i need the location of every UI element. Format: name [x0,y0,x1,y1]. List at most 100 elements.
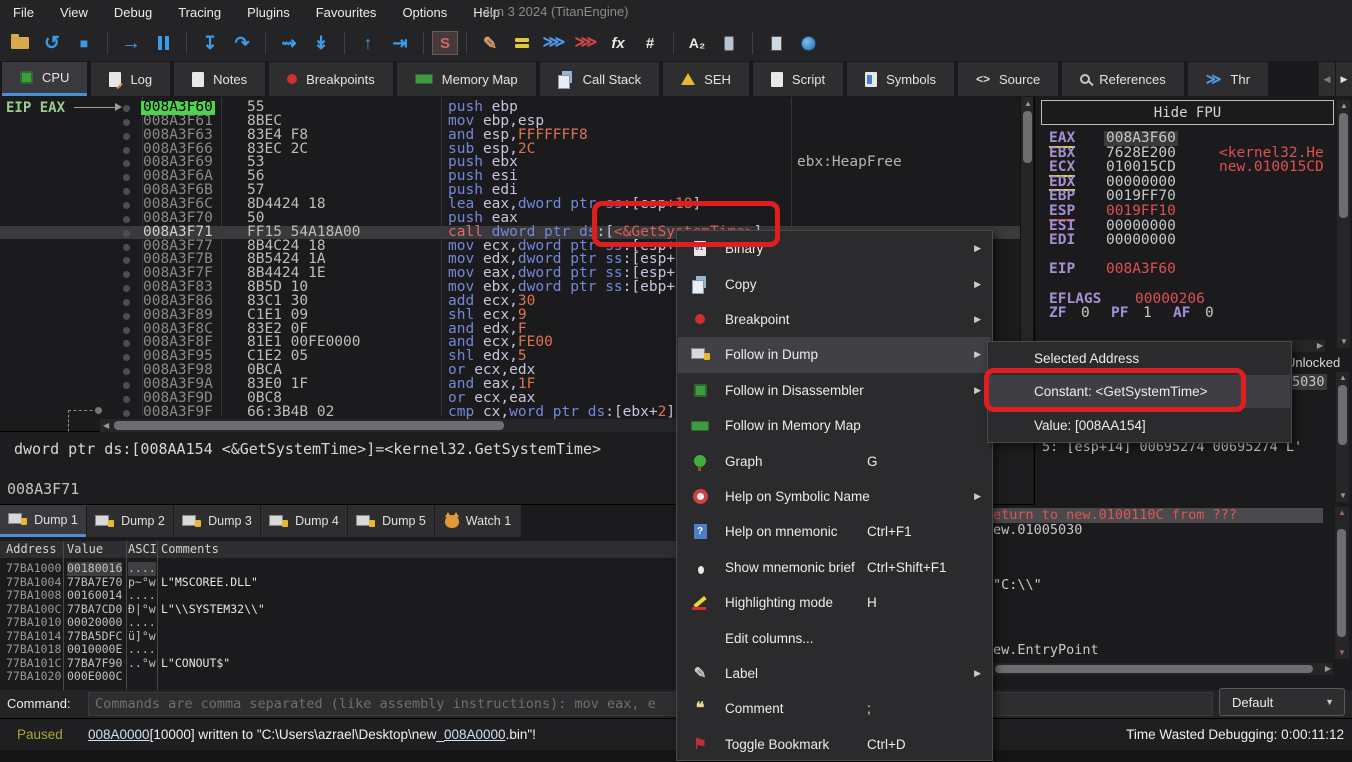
register-row[interactable]: ESI00000000 [1035,219,1352,234]
tab-watch-1[interactable]: Watch 1 [435,505,521,537]
tab-notes[interactable]: Notes [174,62,265,96]
font-icon[interactable]: A₂ [682,29,712,57]
submenu-item-value-008aa154[interactable]: Value: [008AA154] [989,409,1290,442]
tab-scroll-right-icon[interactable]: ▶ [1335,62,1352,96]
breakpoint-dot[interactable] [123,202,130,209]
step-into-icon[interactable]: ↧ [195,29,225,57]
stack-row[interactable]: ew.01005030 [993,523,1323,538]
breakpoint-dot[interactable] [123,285,130,292]
trace-coverage-blue-icon[interactable]: ⋙ [539,29,569,57]
breakpoint-dot[interactable] [123,382,130,389]
menu-debug[interactable]: Debug [101,0,165,25]
submenu-item-selected-address[interactable]: Selected Address [989,342,1290,375]
dump-column-header[interactable]: Address [6,542,61,556]
run-to-user-code-icon[interactable]: ⇥ [385,29,415,57]
register-row[interactable]: EAX008A3F60 [1035,131,1352,146]
menu-favourites[interactable]: Favourites [303,0,390,25]
menu-item-help-on-mnemonic[interactable]: Help on mnemonicCtrl+F1 [678,514,991,549]
tab-memory-map[interactable]: Memory Map [397,62,536,96]
breakpoint-dot[interactable] [123,354,130,361]
tab-breakpoints[interactable]: Breakpoints [269,62,393,96]
tab-source[interactable]: <>Source [958,62,1058,96]
stack-vertical-scrollbar[interactable]: ▲ ▼ [1335,507,1349,659]
breakpoint-dot[interactable] [123,216,130,223]
menu-item-follow-in-dump[interactable]: Follow in Dump▶ [678,337,991,372]
address-link[interactable]: 008A0000 [444,727,506,742]
hash-icon[interactable]: # [635,29,665,57]
menu-item-help-on-symbolic-name[interactable]: Help on Symbolic Name▶ [678,479,991,514]
menu-item-comment[interactable]: ❝Comment; [678,691,991,726]
command-input[interactable] [88,692,1213,716]
stack-row[interactable]: ew.EntryPoint [993,643,1323,658]
menu-view[interactable]: View [47,0,101,25]
menu-item-show-mnemonic-brief[interactable]: Show mnemonic briefCtrl+Shift+F1 [678,550,991,585]
fx-expression-icon[interactable]: fx [603,29,633,57]
dump-column-header[interactable]: Comments [161,542,461,556]
tab-dump-4[interactable]: Dump 4 [261,505,347,537]
breakpoint-dot[interactable] [123,299,130,306]
breakpoint-dot[interactable] [123,147,130,154]
breakpoint-dot[interactable] [123,271,130,278]
args-vertical-scrollbar[interactable]: ▲ ▼ [1336,372,1349,502]
breakpoint-dot[interactable] [123,119,130,126]
breakpoint-dot[interactable] [123,174,130,181]
restart-icon[interactable]: ↺ [37,29,67,57]
open-file-icon[interactable] [5,29,35,57]
tab-symbols[interactable]: Symbols [847,62,954,96]
stack-lock-status[interactable]: Unlocked [1286,355,1340,370]
register-row[interactable]: EBX7628E200<kernel32.He [1035,146,1352,161]
tab-scroll-left-icon[interactable]: ◀ [1318,62,1335,96]
register-row[interactable]: EFLAGS00000206 [1035,292,1352,307]
internet-icon[interactable] [793,29,823,57]
tab-dump-2[interactable]: Dump 2 [87,505,173,537]
tab-dump-5[interactable]: Dump 5 [348,505,434,537]
menu-item-breakpoint[interactable]: Breakpoint▶ [678,302,991,337]
trace-into-icon[interactable]: ↡ [306,29,336,57]
breakpoint-dot[interactable] [123,160,130,167]
menu-plugins[interactable]: Plugins [234,0,303,25]
registers-vertical-scrollbar[interactable]: ▲ ▼ [1337,100,1350,348]
menu-file[interactable]: File [0,0,47,25]
notes-yellow-icon[interactable] [507,29,537,57]
tab-call-stack[interactable]: Call Stack [540,62,660,96]
breakpoint-dot[interactable] [123,327,130,334]
profile-dropdown[interactable]: Default ▼ [1219,688,1345,716]
register-row[interactable]: EIP008A3F60 [1035,262,1352,277]
tab-references[interactable]: References [1062,62,1183,96]
menu-item-graph[interactable]: GraphG [678,443,991,478]
run-icon[interactable]: → [116,29,146,57]
dump-column-header[interactable]: Value [67,542,125,556]
menu-item-label[interactable]: ✎Label▶ [678,656,991,691]
breakpoint-dot[interactable] [123,244,130,251]
stack-row[interactable]: "C:\\" [993,578,1323,593]
register-row[interactable]: ESP0019FF10 [1035,204,1352,219]
hide-fpu-button[interactable]: Hide FPU [1041,100,1334,125]
tab-script[interactable]: Script [753,62,843,96]
stack-row[interactable]: eturn to new.0100110C from ??? [993,508,1323,523]
breakpoint-dot[interactable] [123,257,130,264]
tab-seh[interactable]: SEH [663,62,749,96]
tab-dump-1[interactable]: Dump 1 [0,505,86,537]
menu-item-toggle-bookmark[interactable]: ⚑Toggle BookmarkCtrl+D [678,727,991,762]
breakpoint-dot[interactable] [123,410,130,417]
menu-item-follow-in-memory-map[interactable]: Follow in Memory Map [678,408,991,443]
stack-horizontal-scrollbar[interactable]: ▶ [993,663,1333,675]
menu-item-binary[interactable]: Binary▶ [678,231,991,266]
register-row[interactable]: ECX010015CDnew.010015CD [1035,160,1352,175]
source-mode-icon[interactable]: S [432,31,458,55]
pause-icon[interactable] [148,29,178,57]
breakpoint-dot[interactable] [123,230,130,237]
menu-item-edit-columns[interactable]: Edit columns... [678,620,991,655]
breakpoint-dot[interactable] [123,368,130,375]
breakpoint-dot[interactable] [123,133,130,140]
execute-till-return-icon[interactable]: ↑ [353,29,383,57]
menu-tracing[interactable]: Tracing [165,0,234,25]
breakpoint-dot[interactable] [123,396,130,403]
step-over-icon[interactable]: ↷ [227,29,257,57]
tab-thr[interactable]: ≫Thr [1188,62,1268,96]
settings-transfer-icon[interactable] [714,29,744,57]
tab-dump-3[interactable]: Dump 3 [174,505,260,537]
stack-view[interactable]: eturn to new.0100110C from ???ew.0100503… [990,505,1352,690]
trace-coverage-red-icon[interactable]: ⋙ [571,29,601,57]
register-row[interactable]: EDI00000000 [1035,233,1352,248]
